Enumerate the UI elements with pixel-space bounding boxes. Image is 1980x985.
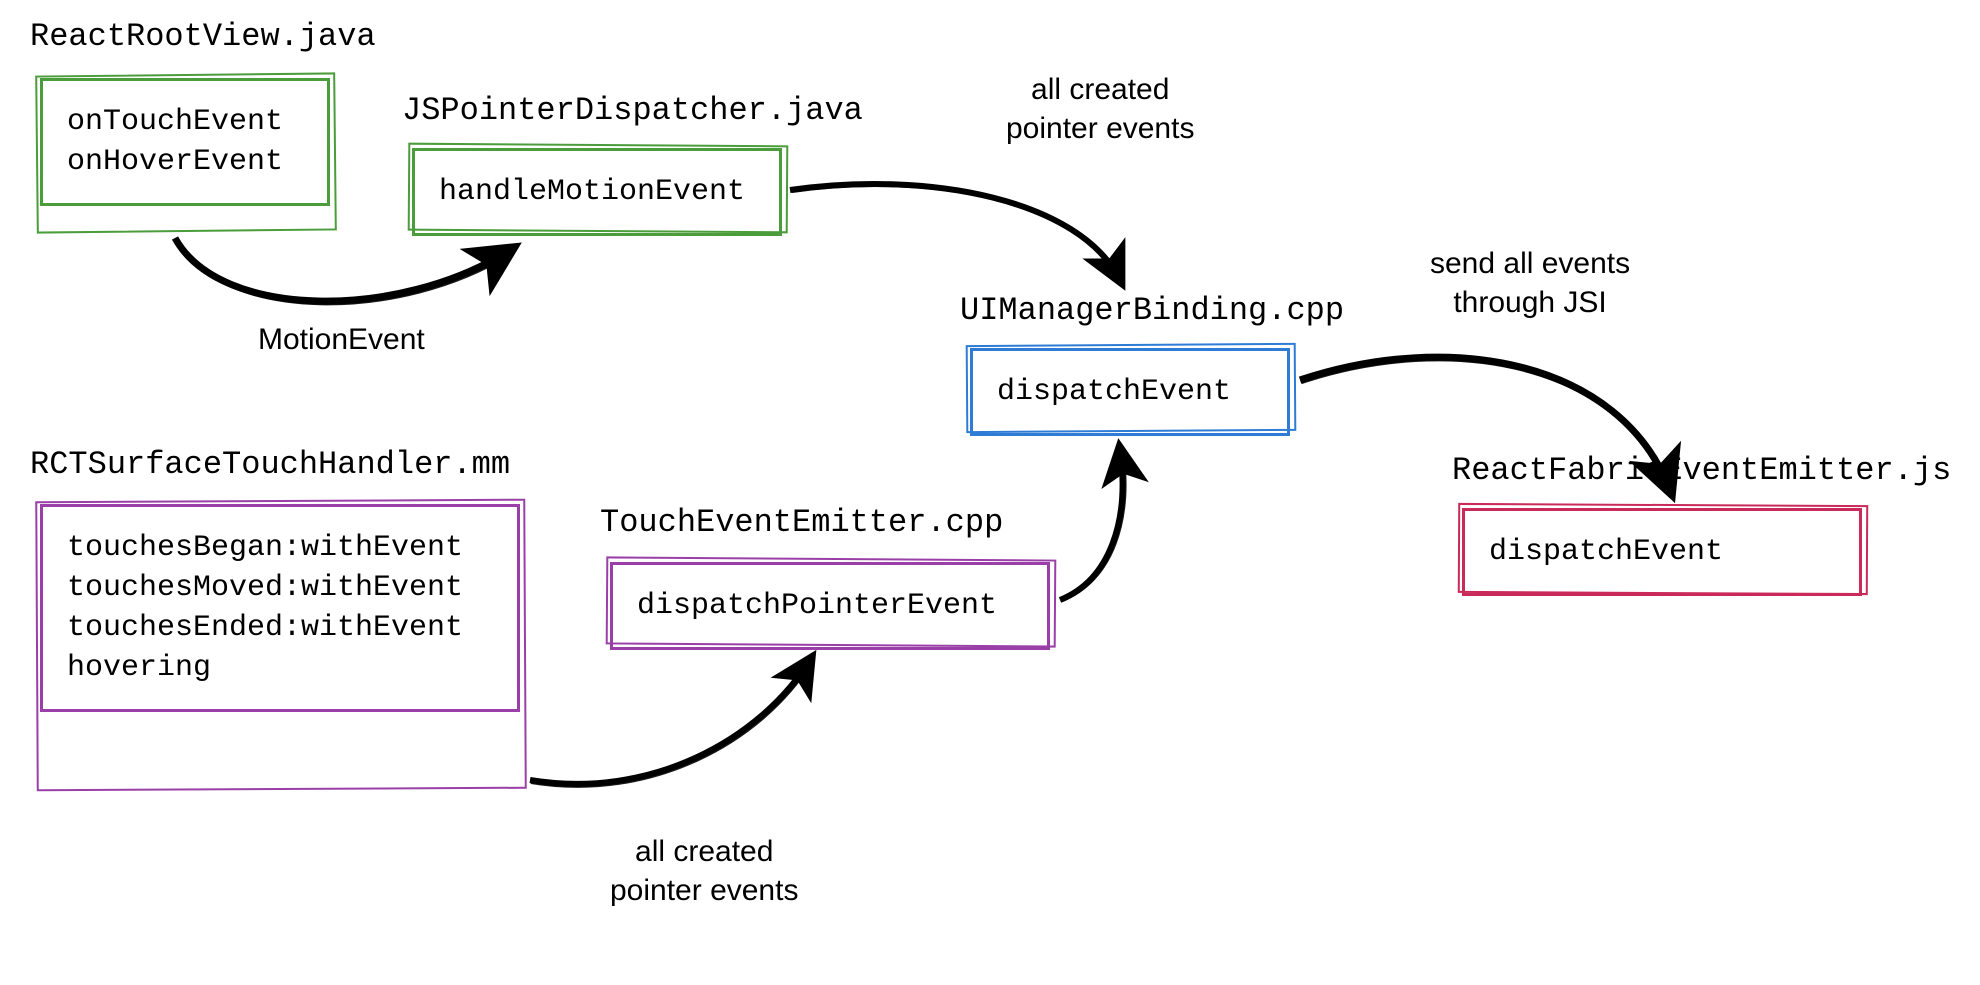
- node-item: touchesMoved:withEvent: [67, 571, 493, 605]
- node-box-jspointerdispatcher: handleMotionEvent: [412, 148, 782, 236]
- node-item: hovering: [67, 651, 493, 685]
- node-title-uimanagerbinding: UIManagerBinding.cpp: [960, 292, 1344, 329]
- node-item: dispatchEvent: [997, 375, 1263, 409]
- arrow-jspointerdispatcher-to-uimanagerbinding: [790, 184, 1120, 280]
- node-title-reactfabriceventemitter: ReactFabricEventEmitter.js: [1452, 452, 1951, 489]
- node-box-reactrootview: onTouchEvent onHoverEvent: [40, 78, 330, 206]
- node-item: dispatchEvent: [1489, 535, 1835, 569]
- node-item: touchesBegan:withEvent: [67, 531, 493, 565]
- node-box-uimanagerbinding: dispatchEvent: [970, 348, 1290, 436]
- node-item: handleMotionEvent: [439, 175, 755, 209]
- node-item: onTouchEvent: [67, 105, 303, 139]
- node-title-reactrootview: ReactRootView.java: [30, 18, 376, 55]
- arrow-reactrootview-to-jspointerdispatcher: [175, 238, 510, 301]
- node-item: onHoverEvent: [67, 145, 303, 179]
- node-title-toucheventemitter: TouchEventEmitter.cpp: [600, 504, 1003, 541]
- node-item: dispatchPointerEvent: [637, 589, 1023, 623]
- edge-label-all-created-pointer-events: all created pointer events: [610, 832, 798, 910]
- arrow-toucheventemitter-to-uimanagerbinding: [1060, 450, 1123, 600]
- node-title-rctsurfacetouchhandler: RCTSurfaceTouchHandler.mm: [30, 446, 510, 483]
- arrow-rctsurfacetouchhandler-to-toucheventemitter: [530, 660, 810, 784]
- edge-label-motionevent: MotionEvent: [258, 320, 425, 359]
- node-title-jspointerdispatcher: JSPointerDispatcher.java: [402, 92, 863, 129]
- node-box-reactfabriceventemitter: dispatchEvent: [1462, 508, 1862, 596]
- edge-label-all-created-pointer-events: all created pointer events: [1006, 70, 1194, 148]
- edge-label-send-all-events: send all events through JSI: [1430, 244, 1630, 322]
- node-box-rctsurfacetouchhandler: touchesBegan:withEvent touchesMoved:with…: [40, 504, 520, 712]
- node-item: touchesEnded:withEvent: [67, 611, 493, 645]
- node-box-toucheventemitter: dispatchPointerEvent: [610, 562, 1050, 650]
